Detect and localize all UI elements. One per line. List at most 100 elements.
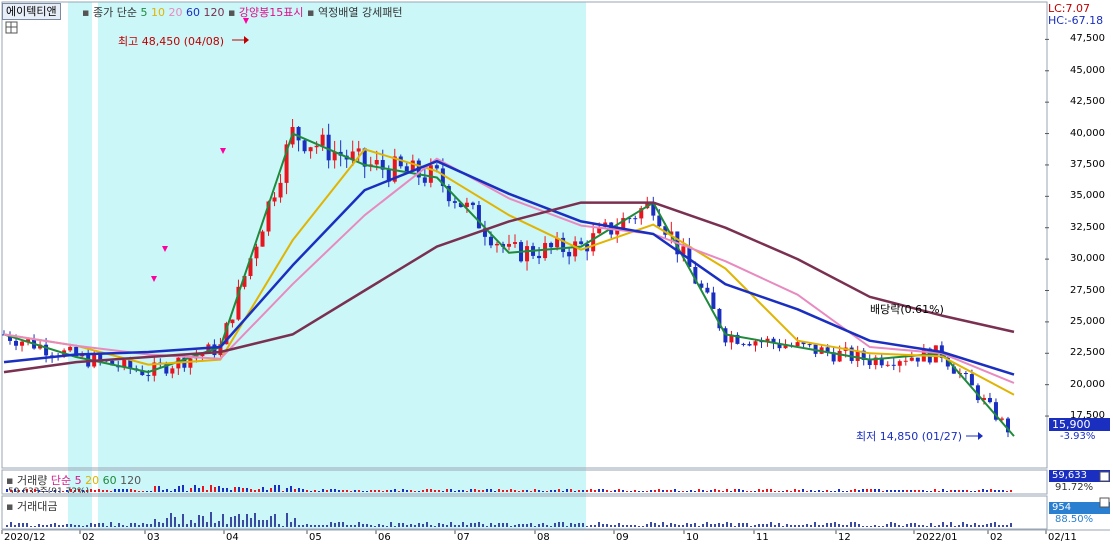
volume-bar (1010, 490, 1012, 492)
candle-body (494, 243, 499, 246)
price-chart[interactable] (0, 0, 1113, 549)
amount-bar (638, 526, 640, 527)
volume-bar (550, 490, 552, 492)
volume-bar (798, 490, 800, 492)
amount-bar (962, 522, 964, 527)
volume-panel-close-icon[interactable] (1099, 471, 1110, 482)
high-annotation: 최고 48,450 (04/08) (118, 35, 225, 48)
amount-bar (442, 524, 444, 527)
amount-bar (982, 525, 984, 527)
amount-bar (358, 522, 360, 527)
amount-bar (974, 523, 976, 527)
amount-bar (770, 522, 772, 527)
volume-bar (614, 490, 616, 492)
volume-bar (410, 490, 412, 492)
volume-bar (422, 490, 424, 492)
volume-bar (894, 490, 896, 492)
volume-bar (206, 490, 208, 492)
amount-bar (698, 526, 700, 527)
volume-bar (522, 490, 524, 492)
candle-body (897, 361, 902, 366)
candle-body (188, 358, 193, 368)
amount-bar (650, 522, 652, 527)
volume-bar (394, 489, 396, 492)
volume-bar (266, 490, 268, 492)
volume-bar (690, 490, 692, 492)
volume-bar (482, 490, 484, 492)
volume-bar (882, 491, 884, 492)
amount-bar (798, 525, 800, 527)
volume-bar (902, 490, 904, 492)
volume-bar (314, 490, 316, 492)
amount-bar (546, 525, 548, 527)
amount-panel-close-icon[interactable] (1099, 497, 1110, 508)
stock-name[interactable]: 에이텍티앤 (6, 5, 57, 18)
amount-bar (378, 524, 380, 527)
amount-right-value: 954 (1052, 502, 1072, 513)
y-tick-label: 30,000 (1070, 253, 1105, 265)
volume-bar (406, 490, 408, 492)
volume-bar (910, 490, 912, 492)
hc-value: HC:-67.18 (1048, 14, 1104, 27)
candle-body (404, 166, 409, 172)
candle-body (326, 134, 331, 161)
amount-bar (70, 524, 72, 527)
x-tick-label: 11 (756, 532, 769, 543)
volume-bar (950, 490, 952, 492)
volume-bar (566, 489, 568, 492)
volume-bar (322, 489, 324, 492)
volume-bar (942, 489, 944, 492)
volume-bar (338, 490, 340, 492)
volume-bar (446, 489, 448, 492)
amount-bar (86, 525, 88, 527)
amount-bar (578, 523, 580, 527)
price-change: -3.93% (1060, 431, 1096, 442)
candle-body (488, 236, 493, 246)
amount-bar (990, 523, 992, 527)
amount-bar (590, 525, 592, 527)
amount-bar (330, 522, 332, 527)
amount-title: 거래대금 (16, 500, 58, 513)
amount-bar (518, 524, 520, 527)
candle-body (837, 350, 842, 362)
amount-bar (338, 522, 340, 527)
amount-bar (914, 523, 916, 527)
amount-bar (130, 523, 132, 527)
amount-bar (886, 524, 888, 527)
volume-bar (802, 489, 804, 492)
y-tick-label: 27,500 (1070, 284, 1105, 296)
amount-bar (1006, 525, 1008, 527)
pattern-label: 역정배열 강세패턴 (318, 6, 403, 19)
volume-bar (730, 491, 732, 492)
volume-bar (302, 489, 304, 492)
volume-bar (606, 490, 608, 492)
amount-bar (374, 526, 376, 527)
amount-bar (298, 525, 300, 527)
amount-bar (978, 525, 980, 527)
y-tick-label: 45,000 (1070, 64, 1105, 76)
amount-bar (246, 514, 248, 527)
x-tick-label: 2022/01 (916, 532, 958, 543)
amount-bar (254, 513, 256, 527)
amount-bar (66, 524, 68, 527)
amount-bar (818, 525, 820, 527)
candle-body (579, 241, 584, 244)
amount-bar (918, 525, 920, 527)
amount-bar (1002, 525, 1004, 527)
candle-body (20, 341, 25, 346)
amount-bar (242, 520, 244, 527)
volume-bar (158, 486, 160, 492)
volume-bar (694, 491, 696, 492)
amount-bar (210, 512, 212, 527)
amount-bar (882, 526, 884, 527)
volume-bar (478, 490, 480, 492)
volume-bar (202, 486, 204, 492)
volume-bar (430, 489, 432, 492)
candle-body (969, 374, 974, 386)
volume-bar (90, 489, 92, 492)
chart-legend[interactable]: 에이텍티앤 (2, 3, 61, 20)
volume-bar (862, 489, 864, 492)
amount-bar (790, 525, 792, 527)
amount-bar (470, 523, 472, 527)
amount-bar (434, 526, 436, 527)
